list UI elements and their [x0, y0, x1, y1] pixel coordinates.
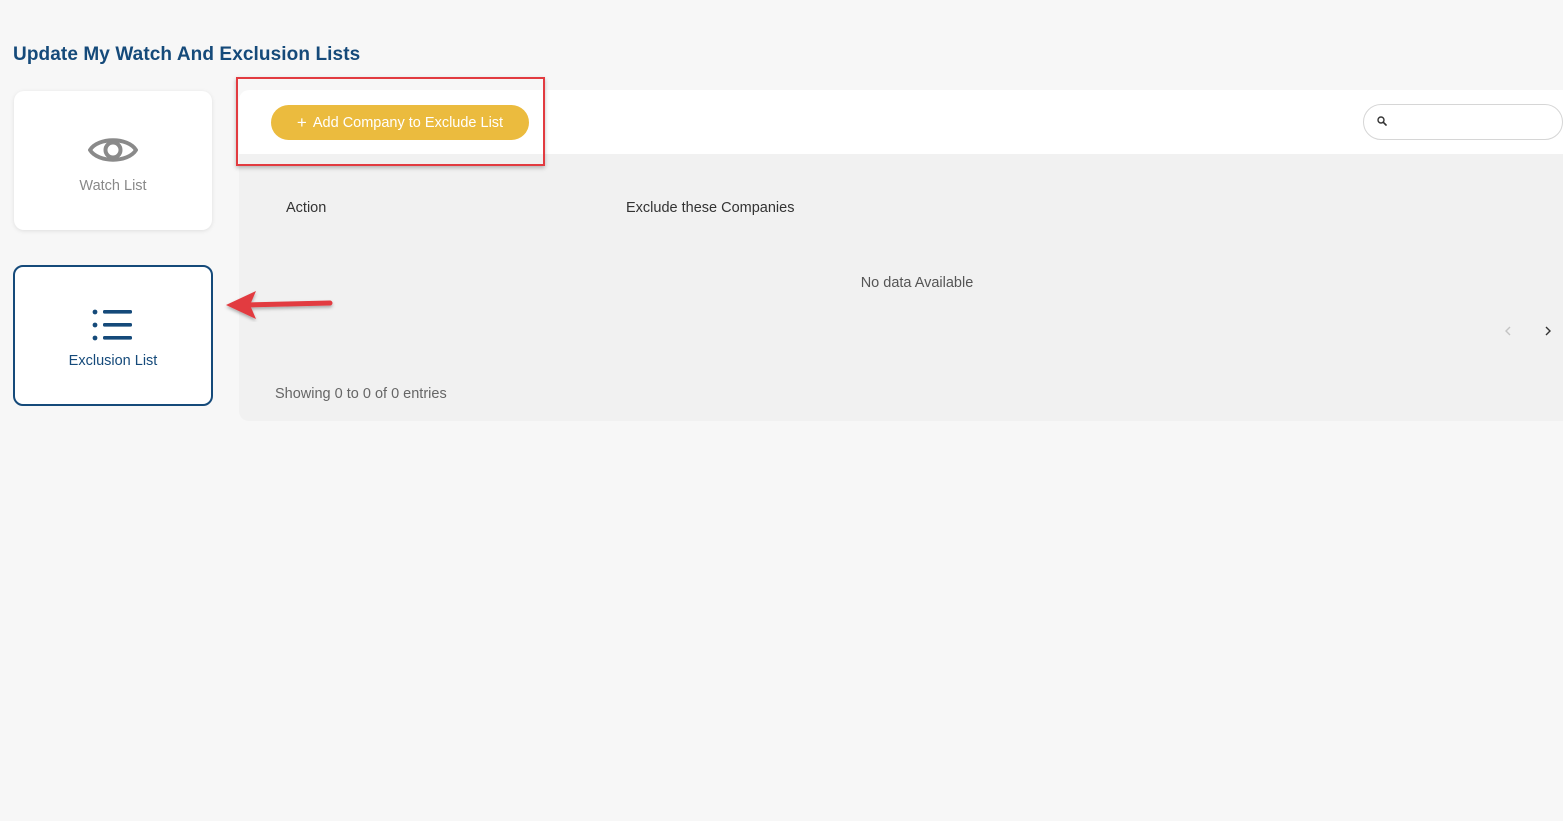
watch-list-card[interactable]: Watch List: [14, 91, 212, 230]
next-page-button[interactable]: [1537, 320, 1559, 342]
page: Update My Watch And Exclusion Lists Watc…: [0, 0, 1563, 821]
list-icon: [91, 303, 135, 347]
page-title: Update My Watch And Exclusion Lists: [13, 44, 361, 65]
chevron-left-icon: [1505, 326, 1511, 336]
column-header-exclude-companies[interactable]: Exclude these Companies: [626, 200, 794, 216]
search-icon: [1377, 113, 1387, 131]
eye-icon: [88, 128, 138, 172]
add-company-button[interactable]: + Add Company to Exclude List: [271, 105, 529, 140]
watch-list-label: Watch List: [79, 177, 147, 194]
previous-page-button[interactable]: [1497, 320, 1519, 342]
table-info: Showing 0 to 0 of 0 entries: [275, 386, 447, 402]
exclusion-list-card[interactable]: Exclusion List: [13, 265, 213, 406]
chevron-right-icon: [1545, 326, 1551, 336]
search-box[interactable]: [1363, 104, 1563, 140]
exclusion-table-panel: + Add Company to Exclude List Action Exc…: [239, 90, 1563, 421]
add-company-button-label: Add Company to Exclude List: [312, 114, 504, 131]
empty-table-message: No data Available: [860, 275, 974, 291]
plus-icon: +: [296, 113, 307, 132]
search-input[interactable]: [1393, 107, 1563, 137]
exclusion-list-label: Exclusion List: [68, 352, 158, 369]
column-header-action[interactable]: Action: [286, 200, 326, 216]
toolbar: + Add Company to Exclude List: [239, 90, 1563, 154]
